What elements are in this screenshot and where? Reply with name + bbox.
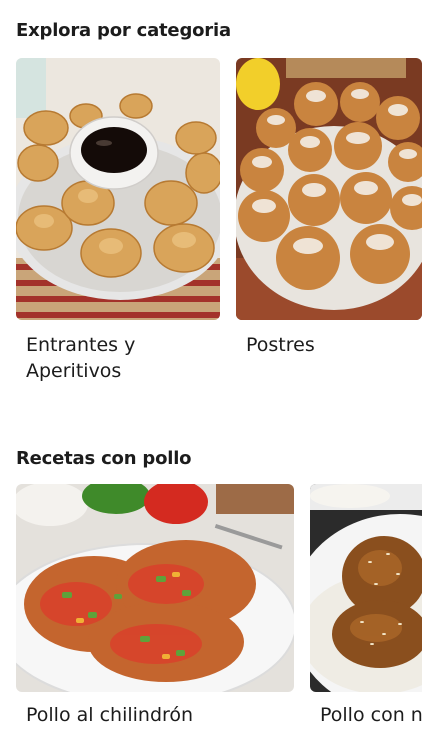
recipe-image-pollo-con — [310, 484, 422, 692]
category-image-entrantes — [16, 58, 220, 320]
chicken-recipes-title: Recetas con pollo — [16, 448, 192, 469]
category-card-entrantes[interactable]: Entrantes y Aperitivos — [16, 58, 220, 388]
category-label-postres: Postres — [246, 332, 315, 358]
recipe-image-pollo-chilindron — [16, 484, 294, 692]
chicken-recipes-section: Recetas con pollo Pollo al chilindrón Po… — [0, 440, 422, 750]
recipe-label-pollo-con: Pollo con n — [320, 704, 422, 726]
category-label-entrantes-line1: Entrantes y — [26, 334, 136, 356]
recipe-card-pollo-chilindron[interactable]: Pollo al chilindrón — [16, 484, 294, 734]
category-label-entrantes-line2: Aperitivos — [26, 360, 122, 382]
category-label-postres-text: Postres — [246, 334, 315, 356]
recipe-card-pollo-con[interactable]: Pollo con n — [310, 484, 422, 734]
category-image-postres — [236, 58, 422, 320]
explore-categories-section: Explora por categoria Entrantes y Aperit… — [0, 0, 422, 420]
category-card-postres[interactable]: Postres — [236, 58, 422, 388]
explore-categories-title: Explora por categoria — [16, 20, 231, 41]
category-label-entrantes: Entrantes y Aperitivos — [26, 332, 135, 384]
recipe-label-pollo-chilindron: Pollo al chilindrón — [26, 704, 194, 726]
